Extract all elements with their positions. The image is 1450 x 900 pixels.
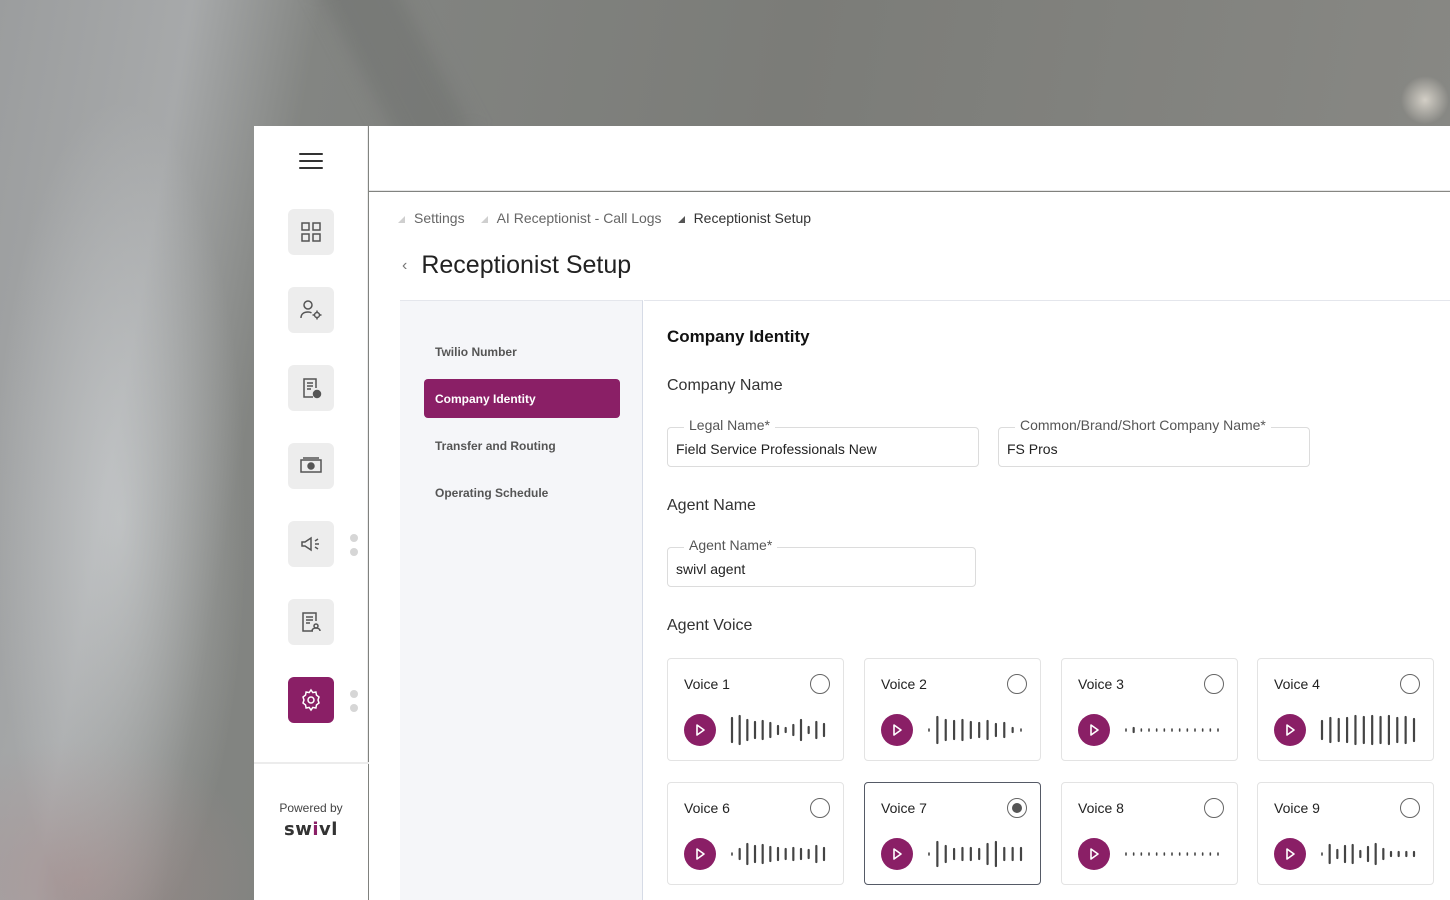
voice-name: Voice 4 — [1274, 676, 1320, 692]
legal-name-input[interactable] — [676, 441, 955, 457]
company-name-heading: Company Name — [667, 377, 783, 394]
voice-card[interactable]: Voice 8 — [1061, 782, 1238, 885]
play-button[interactable] — [684, 714, 716, 746]
play-button[interactable] — [684, 838, 716, 870]
waveform-icon — [730, 714, 826, 746]
voice-radio[interactable] — [1204, 674, 1224, 694]
voice-name: Voice 8 — [1078, 800, 1124, 816]
play-button[interactable] — [1078, 838, 1110, 870]
play-icon — [1286, 848, 1295, 860]
sidebar-item-logs[interactable] — [288, 365, 334, 411]
hamburger-icon[interactable] — [299, 153, 323, 169]
play-button[interactable] — [881, 838, 913, 870]
play-icon — [1090, 724, 1099, 736]
breadcrumb-item-call-logs[interactable]: AI Receptionist - Call Logs — [480, 210, 662, 226]
agent-name-heading: Agent Name — [667, 497, 756, 514]
play-icon — [893, 724, 902, 736]
voice-card[interactable]: Voice 4 — [1257, 658, 1434, 761]
voice-card[interactable]: Voice 6 — [667, 782, 844, 885]
sidebar-item-campaigns[interactable] — [288, 521, 334, 567]
top-bar — [369, 126, 1450, 191]
voice-name: Voice 2 — [881, 676, 927, 692]
short-name-label: Common/Brand/Short Company Name* — [1015, 417, 1271, 433]
breadcrumb-arrow-icon — [677, 215, 685, 223]
section-title: Company Identity — [667, 327, 810, 346]
play-button[interactable] — [1274, 714, 1306, 746]
agent-name-field[interactable]: Agent Name* — [667, 537, 976, 587]
breadcrumb-arrow-icon — [398, 215, 405, 223]
voice-name: Voice 6 — [684, 800, 730, 816]
voice-radio[interactable] — [1204, 798, 1224, 818]
voice-radio[interactable] — [1400, 674, 1420, 694]
sidebar-divider — [254, 762, 369, 764]
waveform-icon — [1321, 842, 1416, 866]
play-button[interactable] — [881, 714, 913, 746]
sidebar-item-user-settings[interactable] — [288, 287, 334, 333]
breadcrumb-arrow-icon — [480, 215, 488, 223]
play-icon — [893, 848, 902, 860]
page-title: Receptionist Setup — [421, 251, 632, 279]
agent-name-label: Agent Name* — [684, 537, 778, 553]
play-button[interactable] — [1078, 714, 1110, 746]
sidebar-item-settings[interactable] — [288, 677, 334, 723]
document-clock-icon — [303, 378, 322, 399]
voice-name: Voice 1 — [684, 676, 730, 692]
setup-nav-company-identity[interactable]: Company Identity — [424, 379, 620, 418]
breadcrumb-item-settings[interactable]: Settings — [398, 210, 465, 226]
more-dots-icon[interactable] — [349, 534, 358, 556]
waveform-icon — [1320, 714, 1416, 746]
voice-radio[interactable] — [810, 674, 830, 694]
agent-name-input[interactable] — [676, 561, 953, 577]
breadcrumb: Settings AI Receptionist - Call Logs Rec… — [398, 210, 827, 226]
waveform-icon — [928, 840, 1023, 868]
voice-name: Voice 9 — [1274, 800, 1320, 816]
voice-radio[interactable] — [1007, 798, 1027, 818]
voice-radio[interactable] — [1400, 798, 1420, 818]
voice-card[interactable]: Voice 7 — [864, 782, 1041, 885]
agent-voice-heading: Agent Voice — [667, 617, 753, 634]
sidebar-item-dashboard[interactable] — [288, 209, 334, 255]
powered-by-label: Powered by — [279, 801, 343, 815]
play-button[interactable] — [1274, 838, 1306, 870]
play-icon — [1286, 724, 1295, 736]
voice-card[interactable]: Voice 9 — [1257, 782, 1434, 885]
page-header: ‹ Receptionist Setup — [402, 251, 631, 280]
more-dots-icon[interactable] — [349, 690, 358, 712]
gear-icon — [302, 688, 320, 712]
waveform-icon — [1125, 852, 1219, 856]
voice-name: Voice 3 — [1078, 676, 1124, 692]
voice-radio[interactable] — [1007, 674, 1027, 694]
megaphone-icon — [301, 536, 319, 552]
report-icon — [302, 612, 321, 632]
sidebar-item-reports[interactable] — [288, 599, 334, 645]
grid-icon — [301, 222, 321, 242]
brand-logo: swivl — [284, 819, 338, 840]
waveform-icon — [731, 842, 826, 866]
money-icon — [300, 457, 322, 473]
voice-card[interactable]: Voice 1 — [667, 658, 844, 761]
setup-nav-twilio-number[interactable]: Twilio Number — [424, 332, 620, 371]
legal-name-label: Legal Name* — [684, 417, 775, 433]
voice-card[interactable]: Voice 3 — [1061, 658, 1238, 761]
setup-nav: Twilio Number Company Identity Transfer … — [400, 300, 643, 900]
setup-nav-transfer-routing[interactable]: Transfer and Routing — [424, 426, 620, 465]
play-icon — [696, 848, 705, 860]
short-name-field[interactable]: Common/Brand/Short Company Name* — [998, 417, 1310, 467]
voice-card[interactable]: Voice 2 — [864, 658, 1041, 761]
waveform-icon — [1125, 726, 1219, 734]
play-icon — [696, 724, 705, 736]
user-gear-icon — [300, 300, 322, 320]
sidebar-item-billing[interactable] — [288, 443, 334, 489]
legal-name-field[interactable]: Legal Name* — [667, 417, 979, 467]
short-name-input[interactable] — [1007, 441, 1286, 457]
voice-name: Voice 7 — [881, 800, 927, 816]
breadcrumb-item-current: Receptionist Setup — [677, 210, 811, 226]
voice-radio[interactable] — [810, 798, 830, 818]
waveform-icon — [928, 715, 1022, 745]
play-icon — [1090, 848, 1099, 860]
setup-nav-operating-schedule[interactable]: Operating Schedule — [424, 473, 620, 512]
back-chevron-icon[interactable]: ‹ — [402, 257, 407, 275]
